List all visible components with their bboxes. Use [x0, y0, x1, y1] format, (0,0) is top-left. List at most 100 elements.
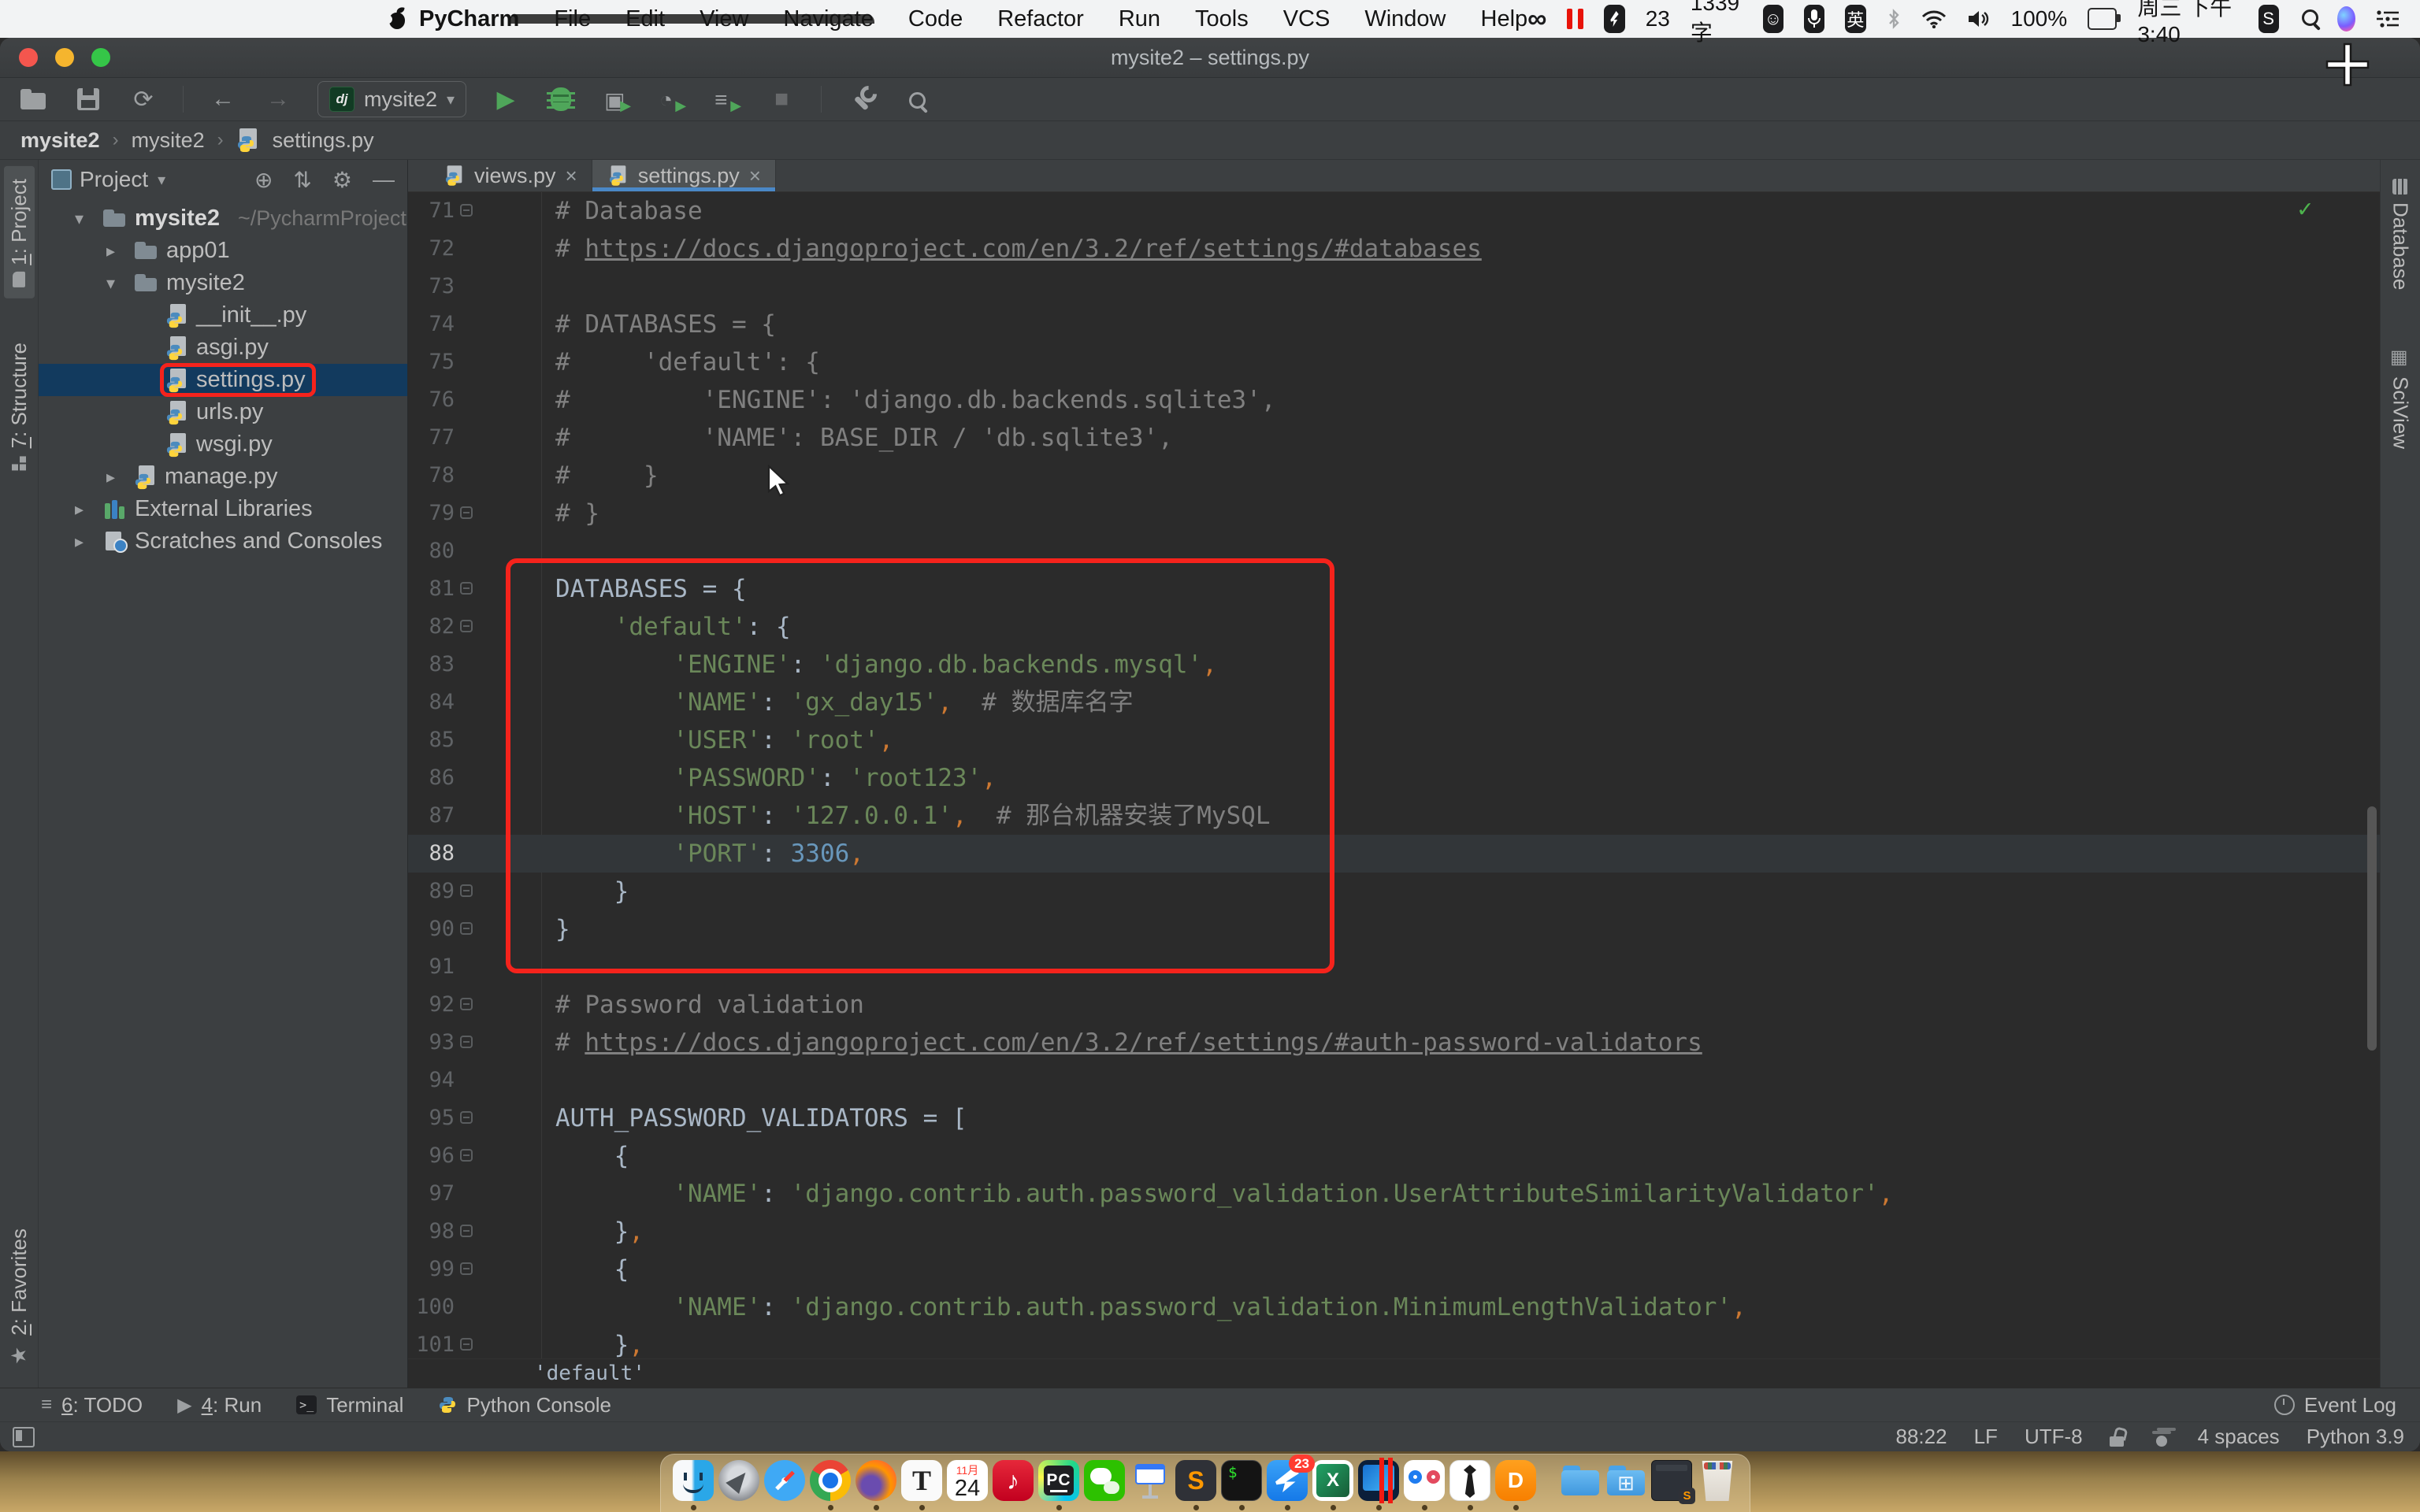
- voice-input-icon[interactable]: [1804, 5, 1824, 33]
- dock-item-excel[interactable]: X: [1312, 1455, 1353, 1512]
- code-line-99[interactable]: 99 {: [408, 1251, 2380, 1288]
- stop-button[interactable]: ■: [766, 83, 797, 115]
- code-line-85[interactable]: 85 'USER': 'root',: [408, 721, 2380, 759]
- fold-marker-icon[interactable]: [460, 204, 473, 217]
- dingtalk-menubar-icon[interactable]: [1604, 5, 1624, 33]
- run-with-coverage-button[interactable]: ▣▶: [600, 83, 632, 115]
- code-line-92[interactable]: 92# Password validation: [408, 986, 2380, 1024]
- code-editor[interactable]: 71# Database72# https://docs.djangoproje…: [408, 192, 2380, 1358]
- code-line-100[interactable]: 100 'NAME': 'django.contrib.auth.passwor…: [408, 1288, 2380, 1326]
- code-line-86[interactable]: 86 'PASSWORD': 'root123',: [408, 759, 2380, 797]
- dock-item-tie-app[interactable]: [1449, 1455, 1490, 1512]
- tool-button-project[interactable]: 1: Project: [4, 166, 35, 298]
- fold-marker-icon[interactable]: [460, 1262, 473, 1275]
- code-line-73[interactable]: 73: [408, 268, 2380, 306]
- code-line-98[interactable]: 98 },: [408, 1213, 2380, 1251]
- dock-item-typora[interactable]: T: [901, 1455, 942, 1512]
- spotlight-search-icon[interactable]: [2299, 7, 2317, 31]
- tree-toggle-icon[interactable]: ▸: [106, 467, 128, 487]
- dock-item-trash[interactable]: [1697, 1455, 1738, 1512]
- dock-item-folder-windows[interactable]: ⊞: [1605, 1455, 1646, 1512]
- tree-toggle-icon[interactable]: ▸: [106, 241, 128, 261]
- collapse-all-button[interactable]: ⇅: [293, 167, 311, 193]
- highlighting-level-icon[interactable]: [2152, 1428, 2171, 1447]
- tree-item-manage-py[interactable]: ▸manage.py: [39, 461, 407, 493]
- pause-indicator-icon[interactable]: [1567, 9, 1583, 29]
- dock-item-pycharm[interactable]: PC: [1038, 1455, 1079, 1512]
- code-line-74[interactable]: 74# DATABASES = {: [408, 306, 2380, 343]
- tree-toggle-icon[interactable]: ▸: [75, 499, 97, 520]
- readonly-lock-icon[interactable]: [2110, 1428, 2125, 1447]
- dock-item-wechat[interactable]: [1084, 1455, 1125, 1512]
- fold-marker-icon[interactable]: [460, 1036, 473, 1048]
- dock-item-minimized-window[interactable]: S: [1651, 1455, 1692, 1512]
- menu-navigate[interactable]: Navigate: [783, 6, 873, 32]
- knot-utility-icon[interactable]: ∞: [1527, 4, 1546, 35]
- fold-marker-icon[interactable]: [460, 1225, 473, 1237]
- file-encoding[interactable]: UTF-8: [2025, 1425, 2083, 1449]
- code-line-75[interactable]: 75# 'default': {: [408, 343, 2380, 381]
- line-separator[interactable]: LF: [1974, 1425, 1998, 1449]
- fold-marker-icon[interactable]: [460, 582, 473, 595]
- menu-tools[interactable]: Tools: [1195, 6, 1249, 32]
- code-line-71[interactable]: 71# Database: [408, 192, 2380, 230]
- save-all-button[interactable]: [72, 83, 104, 115]
- fold-marker-icon[interactable]: [460, 1111, 473, 1124]
- search-everywhere-button[interactable]: [900, 83, 932, 115]
- tool-button-python-console[interactable]: Python Console: [438, 1393, 611, 1418]
- dock-item-folder-documents[interactable]: [1560, 1455, 1601, 1512]
- tool-button-database[interactable]: Database: [2385, 168, 2416, 301]
- tool-button-event-log[interactable]: Event Log: [2274, 1393, 2396, 1418]
- emoji-menubar-icon[interactable]: ☺: [1763, 5, 1783, 33]
- profile-button[interactable]: ◔▶: [655, 83, 687, 115]
- project-panel-title[interactable]: Project: [80, 167, 148, 192]
- menu-file[interactable]: File: [554, 6, 591, 32]
- code-line-72[interactable]: 72# https://docs.djangoproject.com/en/3.…: [408, 230, 2380, 268]
- toggle-toolbars-icon[interactable]: [13, 1427, 35, 1447]
- dock-item-safari[interactable]: [764, 1455, 805, 1512]
- fold-marker-icon[interactable]: [460, 998, 473, 1010]
- code-line-82[interactable]: 82 'default': {: [408, 608, 2380, 646]
- panel-settings-button[interactable]: ⚙: [332, 167, 352, 193]
- dock-item-sublime-text[interactable]: S: [1175, 1455, 1216, 1512]
- tab-views-py[interactable]: views.py ×: [429, 160, 592, 191]
- code-line-90[interactable]: 90}: [408, 910, 2380, 948]
- app-menu-pycharm[interactable]: PyCharm: [419, 6, 519, 32]
- settings-wrench-button[interactable]: [845, 83, 877, 115]
- menu-code[interactable]: Code: [908, 6, 963, 32]
- run-configuration-select[interactable]: dj mysite2 ▾: [317, 81, 466, 117]
- fold-marker-icon[interactable]: [460, 884, 473, 897]
- volume-icon[interactable]: [1967, 9, 1991, 29]
- menu-run[interactable]: Run: [1119, 6, 1160, 32]
- close-tab-icon[interactable]: ×: [749, 164, 761, 188]
- wifi-icon[interactable]: [1921, 9, 1947, 28]
- fold-marker-icon[interactable]: [460, 620, 473, 632]
- code-line-87[interactable]: 87 'HOST': '127.0.0.1', # 那台机器安装了MySQL: [408, 797, 2380, 835]
- fold-marker-icon[interactable]: [460, 1338, 473, 1351]
- dock-item-terminal[interactable]: $: [1221, 1455, 1262, 1512]
- code-line-88[interactable]: 88 'PORT': 3306,: [408, 835, 2380, 873]
- navigate-forward-button[interactable]: →: [262, 83, 294, 115]
- tool-button-sciview[interactable]: ▦ SciView: [2385, 335, 2416, 460]
- caret-position[interactable]: 88:22: [1896, 1425, 1947, 1449]
- code-line-83[interactable]: 83 'ENGINE': 'django.db.backends.mysql',: [408, 646, 2380, 684]
- tree-item-mysite2[interactable]: ▾mysite2~/PycharmProjects/gx: [39, 202, 407, 235]
- tool-button-terminal[interactable]: >_ Terminal: [296, 1393, 403, 1418]
- code-line-93[interactable]: 93# https://docs.djangoproject.com/en/3.…: [408, 1024, 2380, 1062]
- tree-toggle-icon[interactable]: ▾: [75, 209, 97, 229]
- apple-menu-icon[interactable]: [386, 7, 392, 31]
- editor-scrollbar[interactable]: [2367, 806, 2377, 1051]
- tree-item-app01[interactable]: ▸app01: [39, 235, 407, 267]
- tree-toggle-icon[interactable]: ▾: [106, 273, 128, 294]
- locate-file-button[interactable]: ⊕: [254, 167, 273, 193]
- tool-button-structure[interactable]: 7: Structure: [4, 330, 35, 483]
- bluetooth-icon[interactable]: [1887, 8, 1901, 30]
- sync-button[interactable]: ⟳: [128, 83, 159, 115]
- menu-vcs[interactable]: VCS: [1283, 6, 1331, 32]
- dock-item-dingtalk[interactable]: 23: [1267, 1455, 1308, 1512]
- fold-marker-icon[interactable]: [460, 1149, 473, 1162]
- code-line-101[interactable]: 101 },: [408, 1326, 2380, 1358]
- fold-marker-icon[interactable]: [460, 506, 473, 519]
- tree-item-wsgi-py[interactable]: wsgi.py: [39, 428, 407, 461]
- editor-bottom-breadcrumb[interactable]: 'default': [408, 1358, 2380, 1388]
